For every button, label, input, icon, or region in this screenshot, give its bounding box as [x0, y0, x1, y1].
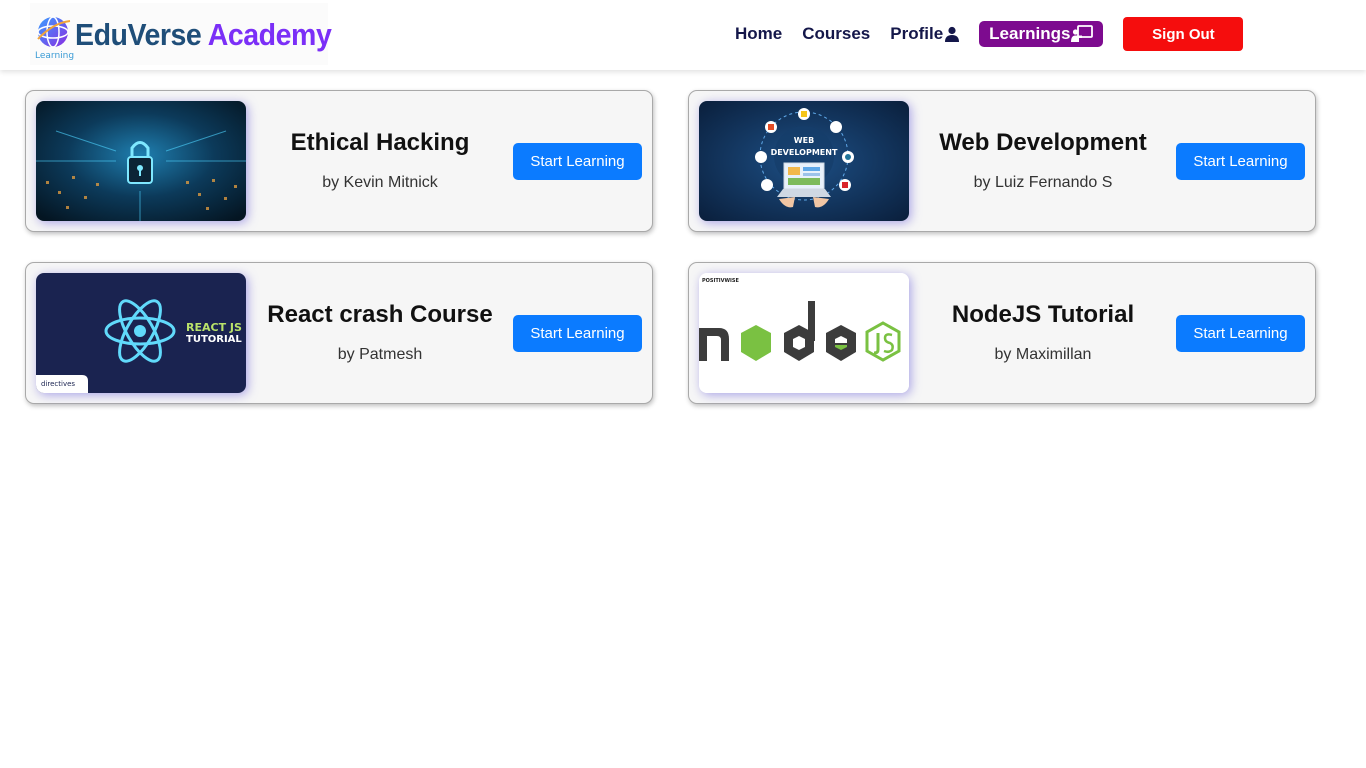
- brand-logo[interactable]: Learning EduVerse Academy: [30, 3, 332, 65]
- user-icon: [944, 26, 960, 42]
- react-atom-image: REACT JS TUTORIAL directives: [36, 273, 246, 393]
- thumb-label-development: DEVELOPMENT: [771, 148, 838, 157]
- globe-logo-icon: [37, 16, 71, 48]
- nodejs-logo-image: POSITIVWISE: [699, 273, 909, 393]
- course-info: NodeJS Tutorial by Maximillan: [913, 263, 1173, 405]
- start-learning-button[interactable]: Start Learning: [513, 143, 642, 180]
- chalkboard-teacher-icon: [1071, 25, 1094, 43]
- main-nav: Home Courses Profile Learnings Sign Out: [735, 17, 1244, 51]
- course-author: by Patmesh: [337, 346, 423, 363]
- nav-home-link[interactable]: Home: [735, 24, 782, 44]
- nav-profile-label: Profile: [890, 24, 944, 43]
- course-title: Web Development: [939, 129, 1147, 156]
- course-title: Ethical Hacking: [290, 129, 470, 156]
- web-development-laptop-image: WEB DEVELOPMENT: [699, 101, 909, 221]
- thumb-label-react-js: REACT JS: [186, 321, 242, 334]
- course-info: Ethical Hacking by Kevin Mitnick: [250, 91, 510, 233]
- course-info: React crash Course by Patmesh: [250, 263, 510, 405]
- start-learning-button[interactable]: Start Learning: [513, 315, 642, 352]
- course-title: NodeJS Tutorial: [951, 301, 1135, 328]
- course-card: REACT JS TUTORIAL directives React crash…: [25, 262, 653, 404]
- thumb-label-web: WEB: [794, 136, 814, 145]
- nav-courses-link[interactable]: Courses: [802, 24, 870, 44]
- course-card: POSITIVWISE NodeJS Tutorial by Maximilla…: [688, 262, 1316, 404]
- course-author: by Maximillan: [994, 346, 1092, 363]
- start-learning-button[interactable]: Start Learning: [1176, 315, 1305, 352]
- brand-name-part2: Academy: [207, 17, 332, 52]
- course-card: Ethical Hacking by Kevin Mitnick Start L…: [25, 90, 653, 232]
- thumb-label-directives: directives: [41, 380, 75, 388]
- thumb-label-positivwise: POSITIVWISE: [702, 278, 739, 284]
- brand-name: EduVerse Academy: [75, 17, 332, 53]
- brand-tagline: Learning: [35, 51, 75, 61]
- nav-learnings-link[interactable]: Learnings: [979, 21, 1104, 47]
- padlock-circuit-image: [36, 101, 246, 221]
- start-learning-button[interactable]: Start Learning: [1176, 143, 1305, 180]
- course-title: React crash Course: [267, 301, 493, 328]
- course-author: by Luiz Fernando S: [973, 174, 1113, 191]
- course-card: WEB DEVELOPMENT Web Development by Luiz …: [688, 90, 1316, 232]
- thumb-label-tutorial: TUTORIAL: [186, 334, 242, 345]
- nav-profile-link[interactable]: Profile: [890, 24, 960, 44]
- top-navbar: Learning EduVerse Academy Home Courses P…: [0, 0, 1366, 70]
- nav-learnings-label: Learnings: [989, 24, 1071, 43]
- brand-name-part1: EduVerse: [75, 17, 202, 52]
- sign-out-button[interactable]: Sign Out: [1123, 17, 1244, 51]
- course-info: Web Development by Luiz Fernando S: [913, 91, 1173, 233]
- course-author: by Kevin Mitnick: [322, 174, 438, 191]
